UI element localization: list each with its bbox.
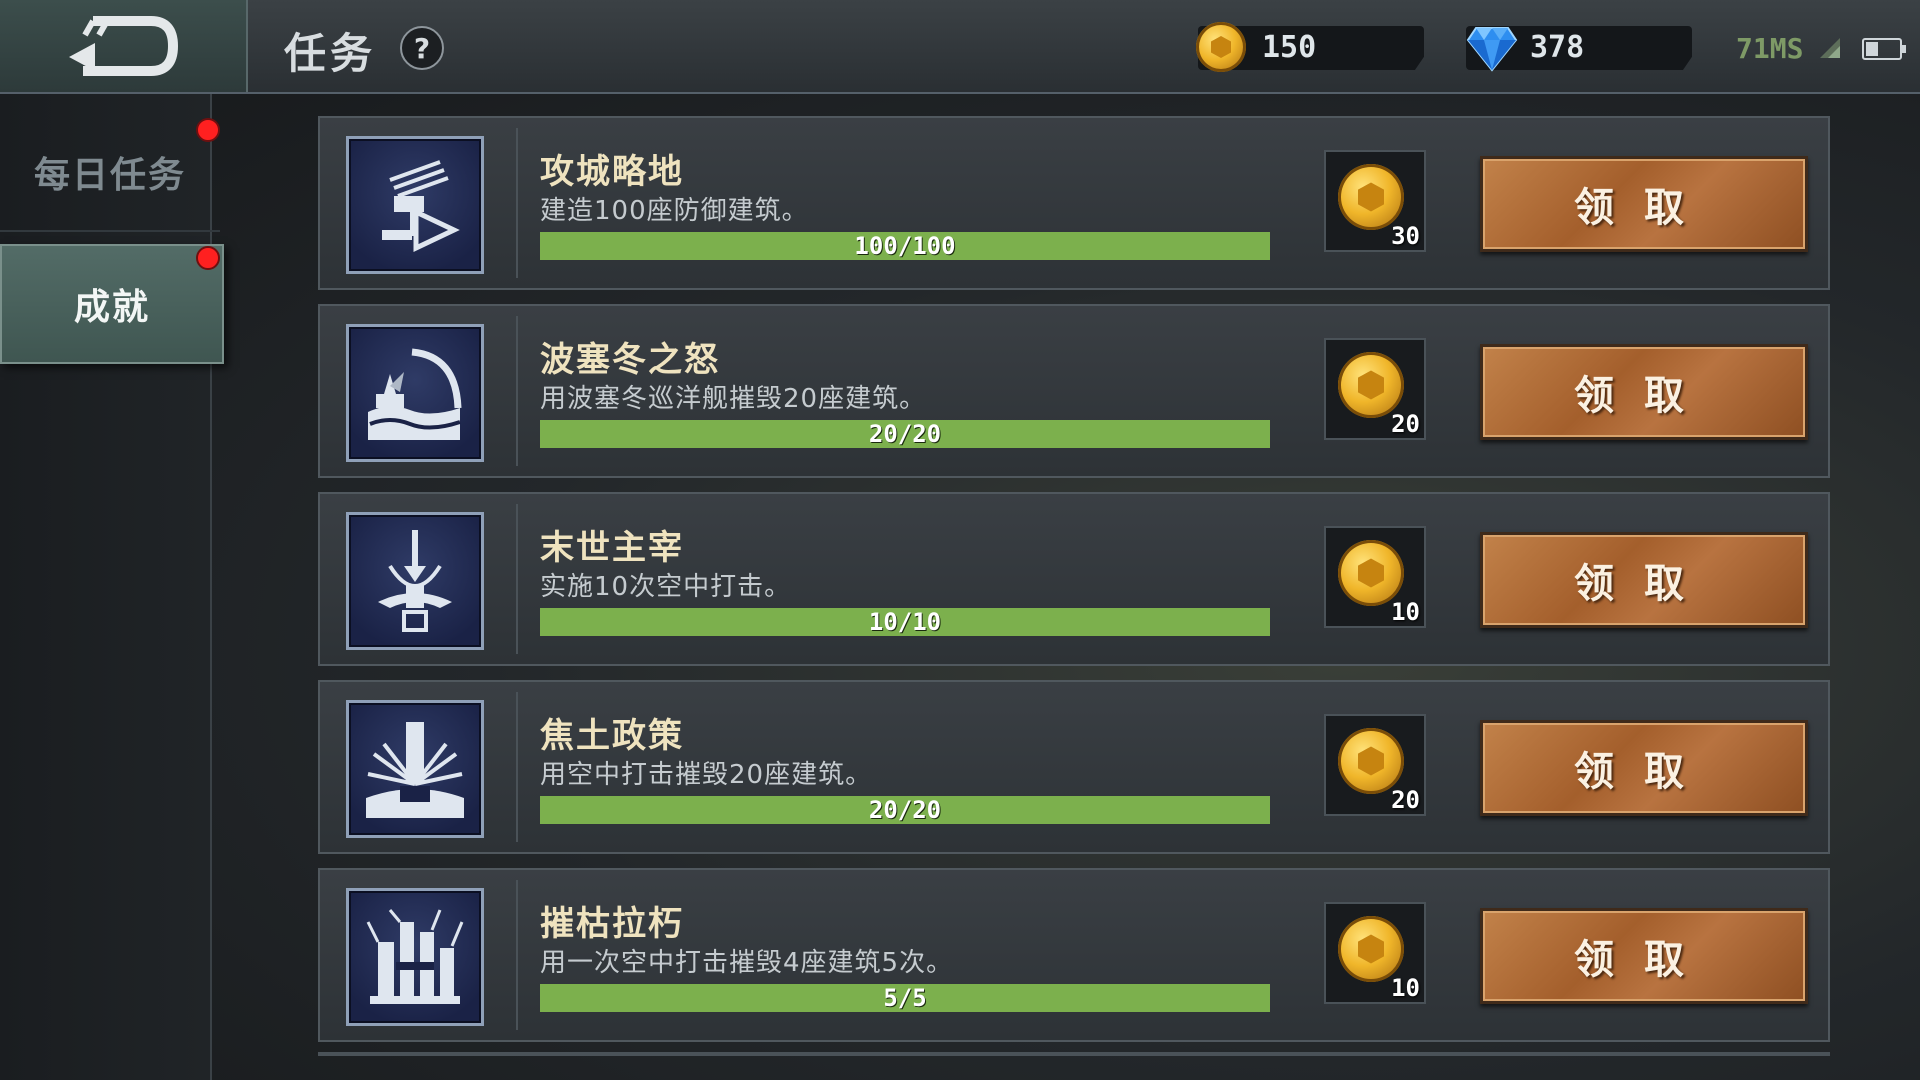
- progress-text: 20/20: [868, 796, 942, 824]
- reward-box: 20: [1324, 338, 1426, 440]
- diamond-icon: [1466, 27, 1518, 72]
- fortress-cannon-icon: [346, 136, 484, 274]
- air-strike-icon: [346, 512, 484, 650]
- progress-bar: 5/5: [540, 984, 1270, 1012]
- scorched-earth-icon: [346, 700, 484, 838]
- progress-text: 5/5: [883, 984, 927, 1012]
- progress-bar: 100/100: [540, 232, 1270, 260]
- gold-coin-icon: [1338, 916, 1404, 982]
- sidebar: 每日任务 成就: [0, 94, 224, 1080]
- gold-coin-icon: [1338, 164, 1404, 230]
- gold-coin-icon: [1338, 352, 1404, 418]
- ping-readout: 71MS: [1736, 32, 1804, 65]
- destroyed-buildings-icon: [346, 888, 484, 1026]
- tab-achievements[interactable]: 成就: [0, 244, 224, 364]
- page-title: 任务: [284, 29, 377, 78]
- achievement-row: 末世主宰 实施10次空中打击。 10/10 10 领取: [318, 492, 1830, 666]
- wifi-signal-icon: [1820, 38, 1840, 58]
- reward-amount: 20: [1391, 410, 1420, 438]
- achievement-row: 焦土政策 用空中打击摧毁20座建筑。 20/20 20 领取: [318, 680, 1830, 854]
- tab-achievements-label: 成就: [73, 287, 150, 328]
- reward-box: 10: [1324, 526, 1426, 628]
- gold-coin-icon: [1338, 728, 1404, 794]
- claim-button[interactable]: 领取: [1480, 908, 1808, 1004]
- progress-bar: 10/10: [540, 608, 1270, 636]
- achievement-notification-dot: [196, 246, 220, 270]
- tab-daily-tasks-label: 每日任务: [33, 155, 186, 196]
- reward-amount: 30: [1391, 222, 1420, 250]
- achievement-title: 焦土政策: [540, 716, 684, 756]
- gold-amount: 150: [1262, 30, 1317, 65]
- help-icon[interactable]: ?: [400, 26, 444, 70]
- top-bar: 任务 ? 150 378 71MS: [0, 0, 1920, 94]
- progress-text: 100/100: [854, 232, 956, 260]
- reward-amount: 20: [1391, 786, 1420, 814]
- achievement-description: 实施10次空中打击。: [540, 572, 792, 602]
- reward-amount: 10: [1391, 598, 1420, 626]
- gem-amount: 378: [1530, 30, 1585, 65]
- progress-text: 20/20: [868, 420, 942, 448]
- achievement-row: 摧枯拉朽 用一次空中打击摧毁4座建筑5次。 5/5 10 领取: [318, 868, 1830, 1042]
- reward-box: 30: [1324, 150, 1426, 252]
- progress-bar: 20/20: [540, 420, 1270, 448]
- back-arrow-icon: [69, 16, 179, 76]
- achievement-row: 波塞冬之怒 用波塞冬巡洋舰摧毁20座建筑。 20/20 20 领取: [318, 304, 1830, 478]
- progress-text: 10/10: [868, 608, 942, 636]
- daily-notification-dot: [196, 118, 220, 142]
- reward-amount: 10: [1391, 974, 1420, 1002]
- achievement-description: 用一次空中打击摧毁4座建筑5次。: [540, 948, 954, 978]
- achievement-description: 用波塞冬巡洋舰摧毁20座建筑。: [540, 384, 927, 414]
- battery-icon: [1862, 38, 1906, 60]
- list-divider: [318, 1052, 1830, 1056]
- achievement-row: 攻城略地 建造100座防御建筑。 100/100 30 领取: [318, 116, 1830, 290]
- achievement-title: 末世主宰: [540, 528, 684, 568]
- achievement-title: 摧枯拉朽: [540, 904, 684, 944]
- claim-button[interactable]: 领取: [1480, 532, 1808, 628]
- claim-button[interactable]: 领取: [1480, 344, 1808, 440]
- poseidon-wave-icon: [346, 324, 484, 462]
- achievement-title: 波塞冬之怒: [540, 340, 720, 380]
- achievement-description: 用空中打击摧毁20座建筑。: [540, 760, 873, 790]
- tab-daily-tasks[interactable]: 每日任务: [0, 114, 220, 232]
- gold-coin-icon: [1196, 22, 1246, 72]
- gold-coin-icon: [1338, 540, 1404, 606]
- achievement-title: 攻城略地: [540, 152, 684, 192]
- achievement-description: 建造100座防御建筑。: [540, 196, 809, 226]
- reward-box: 20: [1324, 714, 1426, 816]
- reward-box: 10: [1324, 902, 1426, 1004]
- back-button[interactable]: [0, 0, 248, 92]
- progress-bar: 20/20: [540, 796, 1270, 824]
- claim-button[interactable]: 领取: [1480, 156, 1808, 252]
- claim-button[interactable]: 领取: [1480, 720, 1808, 816]
